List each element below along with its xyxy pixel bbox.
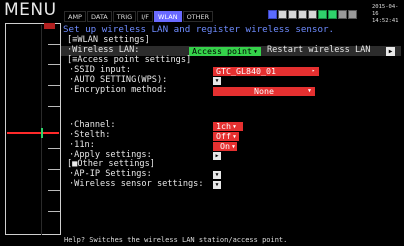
restart-label: Restart wireless LAN [267, 45, 371, 55]
datetime: 2015-04-16 14:52:41 [372, 4, 404, 25]
page-title: Set up wireless LAN and register wireles… [63, 24, 335, 35]
card-icon [288, 10, 297, 19]
channel-value: 1ch [216, 120, 231, 131]
lock-icon [338, 10, 347, 19]
status-icons [268, 10, 357, 19]
disk-icon [278, 10, 287, 19]
wireless-lan-dropdown[interactable]: Access point ▼ [189, 45, 261, 56]
tab-other[interactable]: OTHER [182, 11, 214, 22]
chevron-down-icon: ▼ [233, 133, 237, 140]
tab-wlan[interactable]: WLAN [154, 11, 182, 22]
graph-tick [48, 169, 60, 170]
tab-trig[interactable]: TRIG [112, 11, 137, 22]
wlan-settings-panel: Set up wireless LAN and register wireles… [61, 23, 401, 235]
channel-badge [44, 23, 55, 29]
storage-icon [308, 10, 317, 19]
signal-trace [7, 132, 59, 134]
graph-tick [48, 64, 60, 65]
graph-tick [48, 190, 60, 191]
11n-dropdown[interactable]: On ▼ [213, 140, 237, 151]
top-bar: MENU AMP DATA TRIG I/F WLAN OTHER 2015-0… [0, 0, 404, 25]
chevron-down-icon: ▼ [253, 48, 257, 55]
wireless-lan-value: Access point [192, 45, 252, 56]
menu-title: MENU [4, 0, 57, 20]
chevron-down-icon: ▼ [233, 123, 237, 130]
encryption-value: None [254, 85, 274, 96]
trace-marker [41, 128, 43, 138]
chevron-down-icon: ▼ [231, 143, 235, 150]
graph-tick [48, 211, 60, 212]
graph-tick [48, 106, 60, 107]
sensor-settings-button[interactable]: ▼ [213, 181, 221, 189]
play-icon: ▸ [311, 67, 315, 74]
encryption-dropdown[interactable]: None ▼ [213, 85, 315, 96]
usb-icon [268, 10, 277, 19]
11n-value: On [219, 140, 230, 151]
graph-tick [48, 148, 60, 149]
stelth-dropdown[interactable]: Off ▼ [213, 130, 239, 141]
wlan-status-icon [318, 10, 327, 19]
tab-data[interactable]: DATA [86, 11, 112, 22]
stelth-value: Off [216, 130, 231, 141]
chevron-down-icon: ▼ [307, 87, 311, 94]
battery-icon [348, 10, 357, 19]
menu-tabs: AMP DATA TRIG I/F WLAN OTHER [64, 11, 214, 22]
tab-if[interactable]: I/F [137, 11, 154, 22]
ssid-input[interactable]: GTC_GL840_01 ▸ [213, 65, 319, 76]
graph-tick [48, 44, 60, 45]
help-text: Help? Switches the wireless LAN station/… [64, 236, 288, 244]
sensor-settings-label: ·Wireless sensor settings: [69, 179, 204, 189]
graph-tick [48, 85, 60, 86]
channel-dropdown[interactable]: 1ch ▼ [213, 120, 243, 131]
waveform-preview [5, 23, 61, 235]
signal-icon [328, 10, 337, 19]
date-text: 2015-04-16 [372, 4, 399, 17]
ssid-value: GTC_GL840_01 [216, 65, 276, 76]
apply-settings-button[interactable]: ▶ [213, 152, 221, 160]
encryption-label: ·Encryption method: [69, 85, 168, 95]
restart-wlan-button[interactable]: ▶ [386, 46, 395, 56]
ap-ip-button[interactable]: ▼ [213, 171, 221, 179]
memory-icon [298, 10, 307, 19]
auto-setting-button[interactable]: ▼ [213, 77, 221, 85]
tab-amp[interactable]: AMP [64, 11, 86, 22]
